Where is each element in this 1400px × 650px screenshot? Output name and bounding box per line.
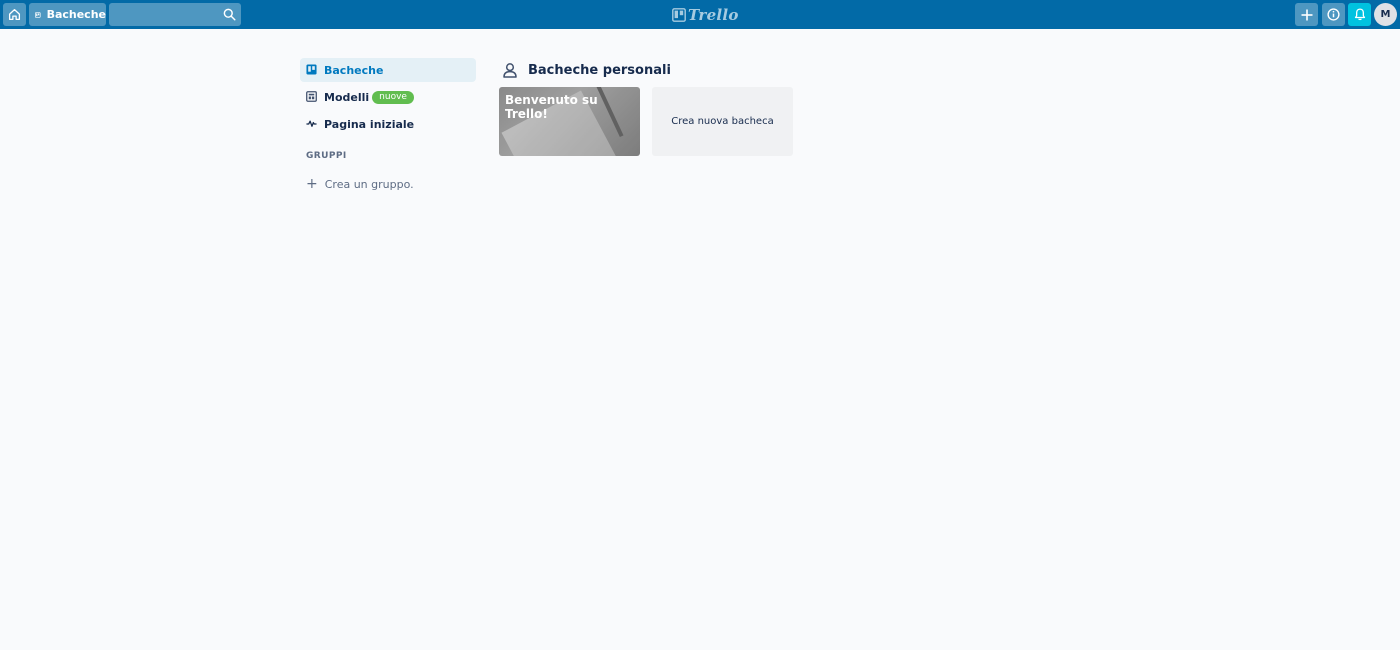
logo-wordmark: Trello	[688, 5, 739, 24]
trello-logo-icon	[672, 7, 686, 22]
create-group-button[interactable]: + Crea un gruppo.	[306, 176, 414, 192]
plus-icon	[1301, 9, 1312, 20]
sidebar: Bacheche Modelli nuove Pagina iniziale	[300, 58, 476, 139]
groups-heading: GRUPPI	[306, 151, 347, 161]
personal-boards-header: Bacheche personali	[502, 61, 671, 79]
sidebar-item-label: Modelli	[324, 90, 370, 104]
create-button[interactable]	[1295, 3, 1318, 26]
template-icon	[306, 91, 318, 103]
top-header: Bacheche Trello M	[0, 0, 1400, 29]
plus-icon: +	[306, 176, 318, 192]
notifications-button[interactable]	[1348, 3, 1371, 26]
activity-icon	[306, 118, 318, 130]
sidebar-item-label: Bacheche	[324, 63, 384, 77]
search-box[interactable]	[109, 3, 241, 26]
board-icon	[35, 11, 41, 18]
sidebar-item-home[interactable]: Pagina iniziale	[300, 112, 476, 136]
avatar[interactable]: M	[1374, 3, 1397, 26]
board-icon	[306, 64, 318, 76]
search-icon[interactable]	[223, 8, 236, 21]
home-button[interactable]	[3, 3, 26, 26]
board-tile[interactable]: Benvenuto su Trello!	[499, 87, 640, 156]
create-board-tile[interactable]: Crea nuova bacheca	[652, 87, 793, 156]
create-board-label: Crea nuova bacheca	[671, 116, 774, 127]
sidebar-item-boards[interactable]: Bacheche	[300, 58, 476, 82]
search-input[interactable]	[109, 3, 219, 26]
sidebar-item-label: Pagina iniziale	[324, 117, 415, 131]
boards-button-label: Bacheche	[46, 8, 106, 21]
create-group-label: Crea un gruppo.	[324, 177, 414, 191]
boards-button[interactable]: Bacheche	[29, 3, 106, 26]
person-icon	[503, 63, 517, 78]
trello-logo[interactable]: Trello	[672, 5, 739, 24]
sidebar-item-templates[interactable]: Modelli nuove	[300, 85, 476, 109]
info-icon	[1327, 8, 1340, 21]
info-button[interactable]	[1322, 3, 1345, 26]
new-badge: nuove	[372, 90, 414, 104]
board-tile-title: Benvenuto su Trello!	[505, 93, 598, 121]
bell-icon	[1354, 8, 1365, 21]
section-title: Bacheche personali	[528, 62, 671, 78]
home-icon	[8, 8, 21, 21]
